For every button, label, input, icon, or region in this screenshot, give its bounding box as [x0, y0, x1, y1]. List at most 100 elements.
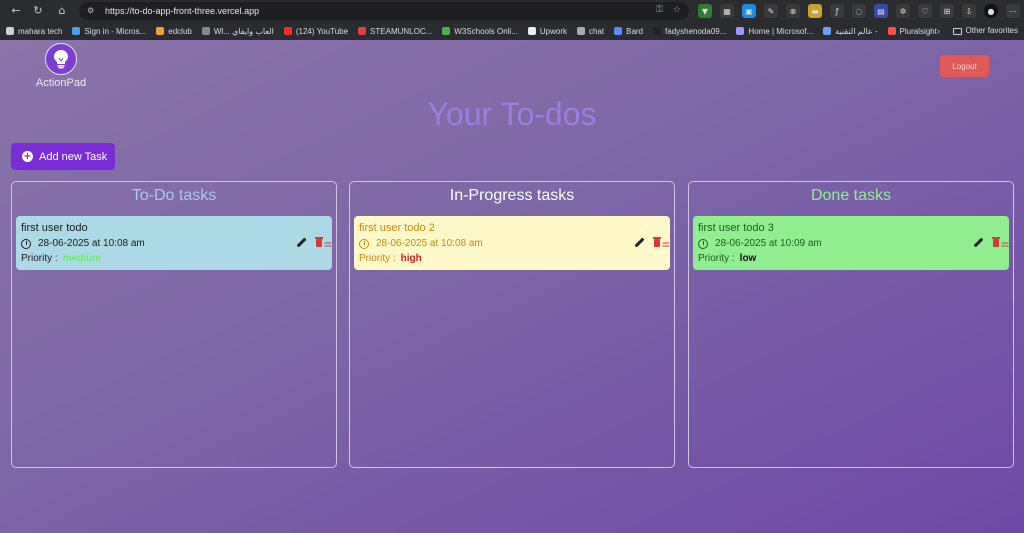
extension-icon[interactable]: ▣ — [742, 4, 756, 18]
task-card[interactable]: first user todo 3 28-06-2025 at 10:09 am… — [693, 216, 1009, 270]
bookmark-favicon — [576, 27, 585, 35]
task-title: first user todo 2 — [359, 222, 435, 234]
task-priority: Priority : low — [698, 253, 757, 264]
download-icon[interactable]: ⇩ — [962, 4, 976, 18]
edit-icon[interactable] — [973, 237, 984, 248]
column-todo: To-Do tasks first user todo 28-06-2025 a… — [11, 181, 337, 468]
folder-icon — [952, 27, 962, 35]
bookmark-item[interactable]: mahara tech — [6, 27, 62, 36]
bookmark-item[interactable]: Pluralsight — [887, 27, 937, 36]
extension-icon[interactable]: ▦ — [720, 4, 734, 18]
lightbulb-icon — [45, 43, 77, 75]
bookmark-item[interactable]: Home | Microsof... — [736, 27, 813, 36]
extension-icon[interactable]: ▬ — [808, 4, 822, 18]
task-actions — [296, 237, 326, 248]
bookmark-favicon — [6, 27, 14, 35]
home-icon[interactable]: ⌂ — [55, 4, 69, 18]
bookmark-favicon — [823, 27, 832, 35]
app-logo[interactable]: ActionPad — [33, 43, 89, 89]
bookmark-item[interactable]: Upwork — [527, 27, 567, 36]
plus-circle-icon: + — [22, 151, 33, 162]
task-priority: Priority : medium — [21, 253, 102, 264]
bookmark-item[interactable]: Wl... العاب وايفاي — [201, 27, 274, 36]
task-priority: Priority : high — [359, 253, 422, 264]
menu-icon[interactable]: ⋯ — [1006, 4, 1020, 18]
bookmark-favicon — [887, 27, 896, 35]
bookmark-item[interactable]: Sign in - Micros... — [72, 27, 146, 36]
bookmark-item[interactable]: STEAMUNLOC... — [358, 27, 432, 36]
back-icon[interactable]: ← — [9, 4, 23, 18]
task-actions — [973, 237, 1003, 248]
extension-icon[interactable]: ✎ — [764, 4, 778, 18]
bookmark-item[interactable]: W3Schools Onli... — [442, 27, 518, 36]
app-viewport: ActionPad Logout Your To-dos + Add new T… — [0, 40, 1024, 533]
logo-text: ActionPad — [35, 77, 87, 89]
delete-icon[interactable] — [992, 237, 1003, 248]
bookmark-favicon — [527, 27, 536, 35]
task-title: first user todo — [21, 222, 88, 234]
add-task-label: Add new Task — [39, 150, 108, 163]
bookmark-item[interactable]: fadyshenoda09... — [653, 27, 726, 36]
task-actions — [634, 237, 664, 248]
clock-icon — [359, 238, 369, 249]
bookmark-item[interactable]: (124) YouTube — [283, 27, 348, 36]
key-icon[interactable]: ⚿ — [656, 5, 663, 15]
bookmark-favicon — [736, 27, 745, 35]
extension-icon[interactable]: ƒ — [830, 4, 844, 18]
bookmark-favicon — [358, 27, 367, 35]
bookmark-favicon — [283, 27, 292, 35]
puzzle-icon[interactable]: ✲ — [896, 4, 910, 18]
bookmark-item[interactable]: Bard — [614, 27, 643, 36]
task-card[interactable]: first user todo 28-06-2025 at 10:08 am P… — [16, 216, 332, 270]
site-info-icon[interactable]: ⚙ — [87, 6, 97, 16]
add-task-button[interactable]: + Add new Task — [11, 143, 115, 170]
address-url[interactable]: https://to-do-app-front-three.vercel.app — [105, 6, 259, 16]
page-title: Your To-dos — [427, 96, 597, 132]
edit-icon[interactable] — [634, 237, 645, 248]
clock-icon — [698, 238, 708, 249]
extensions-bar: ▼ ▦ ▣ ✎ ⊗ ▬ ƒ ◌ ▤ ✲ ♡ ⊞ ⇩ ● ⋯ ◆ — [698, 4, 1024, 18]
delete-icon[interactable] — [315, 237, 326, 248]
clock-icon — [21, 238, 31, 249]
priority-value: high — [400, 253, 422, 264]
delete-icon[interactable] — [653, 237, 664, 248]
collections-icon[interactable]: ⊞ — [940, 4, 954, 18]
column-in-progress: In-Progress tasks first user todo 2 28-0… — [349, 181, 675, 468]
favorites-icon[interactable]: ♡ — [918, 4, 932, 18]
task-date: 28-06-2025 at 10:09 am — [698, 238, 1004, 249]
column-title: In-Progress tasks — [449, 187, 575, 204]
extension-icon[interactable]: ◌ — [852, 4, 866, 18]
other-favorites[interactable]: Other favorites — [952, 23, 1018, 39]
star-icon[interactable]: ☆ — [673, 5, 681, 15]
bookmarks-bar: mahara tech Sign in - Micros... edclub W… — [0, 23, 1024, 39]
column-title: To-Do tasks — [131, 187, 217, 204]
priority-value: medium — [62, 253, 102, 264]
extension-icon[interactable]: ⊗ — [786, 4, 800, 18]
column-title: Done tasks — [810, 187, 892, 204]
task-title: first user todo 3 — [698, 222, 774, 234]
extension-shield-icon[interactable]: ▼ — [698, 4, 712, 18]
bookmark-favicon — [201, 27, 210, 35]
bookmark-favicon — [442, 27, 451, 35]
extension-icon[interactable]: ▤ — [874, 4, 888, 18]
task-date: 28-06-2025 at 10:08 am — [359, 238, 665, 249]
priority-value: low — [739, 253, 757, 264]
edit-icon[interactable] — [296, 237, 307, 248]
reload-icon[interactable]: ↻ — [31, 4, 45, 18]
bookmark-item[interactable]: chat — [576, 27, 604, 36]
bookmark-favicon — [72, 27, 81, 35]
bookmark-favicon — [156, 27, 165, 35]
chevron-right-icon[interactable]: › — [937, 23, 940, 39]
bookmark-item[interactable]: edclub — [156, 27, 192, 36]
bookmark-favicon — [614, 27, 623, 35]
bookmark-item[interactable]: عالم التقنية - — [823, 27, 878, 36]
task-card[interactable]: first user todo 2 28-06-2025 at 10:08 am… — [354, 216, 670, 270]
address-bar[interactable]: ⚙ https://to-do-app-front-three.vercel.a… — [79, 2, 689, 20]
task-date: 28-06-2025 at 10:08 am — [21, 238, 327, 249]
browser-toolbar: ← ↻ ⌂ ⚙ https://to-do-app-front-three.ve… — [0, 0, 1024, 22]
logout-button[interactable]: Logout — [940, 55, 989, 77]
profile-avatar[interactable]: ● — [984, 4, 998, 18]
column-done: Done tasks first user todo 3 28-06-2025 … — [688, 181, 1014, 468]
lightbulb-icon-svg — [54, 50, 68, 69]
bookmark-favicon — [653, 27, 662, 35]
